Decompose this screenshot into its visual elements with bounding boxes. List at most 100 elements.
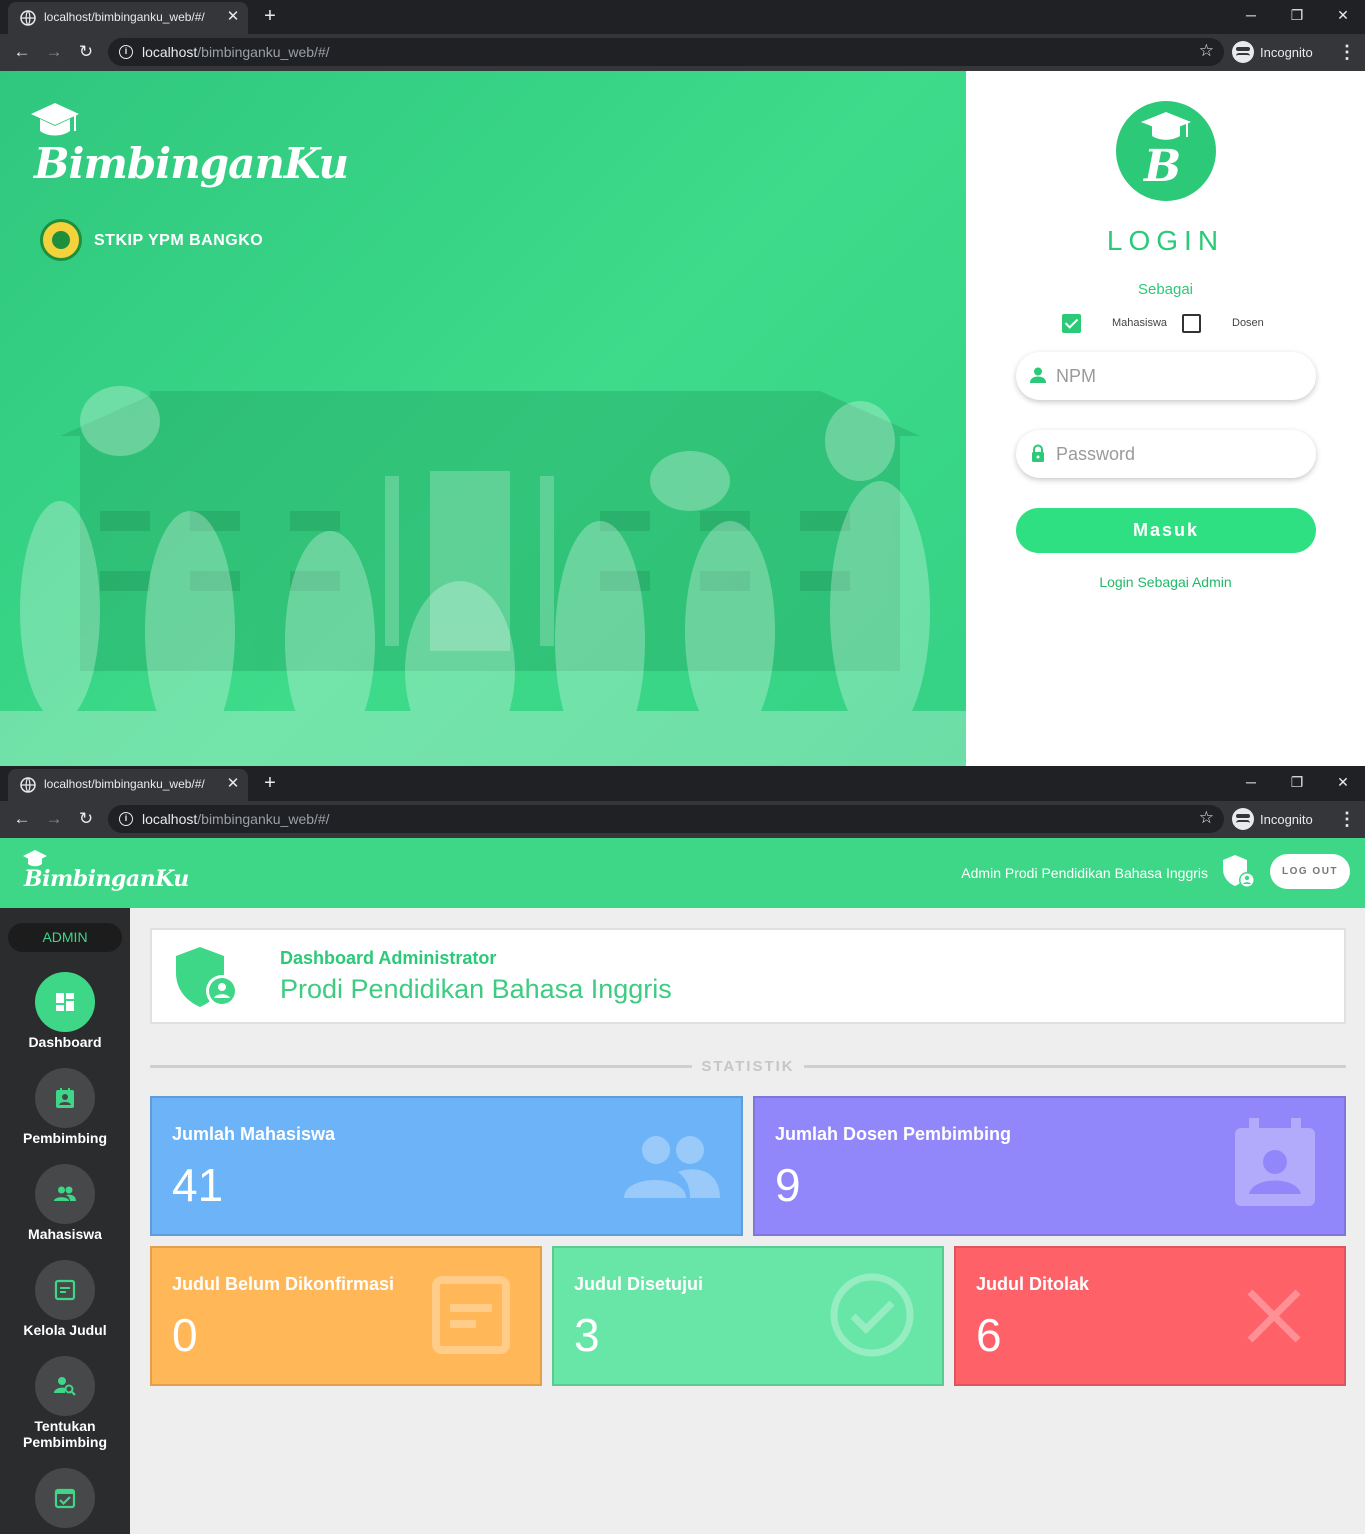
document-icon [54, 1279, 76, 1301]
browser-toolbar: ← → ↻ i localhost/bimbinganku_web/#/ ☆ I… [0, 34, 1365, 71]
back-icon[interactable]: ← [10, 40, 34, 64]
stat-value: 41 [172, 1159, 224, 1211]
incognito-icon [1232, 808, 1254, 830]
brand-name: BimbinganKu [34, 139, 349, 188]
password-input[interactable] [1056, 430, 1306, 478]
address-bar[interactable]: i localhost/bimbinganku_web/#/ ☆ [108, 38, 1224, 66]
login-page: BimbinganKu STKIP YPM BANGKO B LOGIN Seb… [0, 71, 1365, 766]
minimize-icon[interactable]: ─ [1236, 771, 1266, 793]
nav-icon-circle [35, 1068, 95, 1128]
admin-shield-icon [1223, 855, 1255, 888]
brand-name: BimbinganKu [24, 866, 189, 892]
contact-calendar-icon [56, 1088, 74, 1108]
browser-tab[interactable]: localhost/bimbinganku_web/#/ ✕ [8, 769, 248, 801]
school-name: STKIP YPM BANGKO [94, 232, 264, 249]
login-panel: B LOGIN Sebagai Mahasiswa Dosen Masuk Lo… [966, 71, 1365, 766]
restore-icon[interactable]: ❐ [1282, 771, 1312, 793]
stat-label: Judul Ditolak [976, 1274, 1090, 1294]
window-close-icon[interactable]: ✕ [1328, 771, 1358, 793]
people-icon [54, 1186, 76, 1201]
back-icon[interactable]: ← [10, 807, 34, 831]
logo-letter: B [1144, 141, 1182, 192]
stat-card-judul-ditolak: Judul Ditolak 6 [954, 1246, 1346, 1386]
nav-icon-circle [35, 1468, 95, 1528]
bookmark-star-icon[interactable]: ☆ [1199, 41, 1214, 61]
reload-icon[interactable]: ↻ [74, 807, 98, 831]
check-circle-icon [830, 1273, 914, 1357]
url-text: localhost/bimbinganku_web/#/ [142, 44, 330, 60]
dashboard-header-card: Dashboard Administrator Prodi Pendidikan… [150, 928, 1346, 1024]
browser-tab[interactable]: localhost/bimbinganku_web/#/ ✕ [8, 2, 248, 34]
lock-icon [1032, 444, 1044, 462]
nav-icon-circle [35, 1260, 95, 1320]
incognito-indicator[interactable]: Incognito [1232, 807, 1313, 831]
tab-strip: localhost/bimbinganku_web/#/ ✕ + ─ ❐ ✕ [0, 0, 1365, 34]
person-search-icon [54, 1377, 76, 1396]
bookmark-star-icon[interactable]: ☆ [1199, 808, 1214, 828]
admin-shield-icon [176, 947, 238, 1007]
forward-icon[interactable]: → [42, 40, 66, 64]
role-checkbox-dosen[interactable] [1182, 314, 1201, 333]
stat-card-jumlah-dosen: Jumlah Dosen Pembimbing 9 [753, 1096, 1346, 1236]
address-bar[interactable]: i localhost/bimbinganku_web/#/ ☆ [108, 805, 1224, 833]
graduation-cap-icon [31, 103, 79, 136]
minimize-icon[interactable]: ─ [1236, 4, 1266, 26]
password-field [1016, 430, 1316, 478]
url-text: localhost/bimbinganku_web/#/ [142, 811, 330, 827]
admin-login-link[interactable]: Login Sebagai Admin [966, 574, 1365, 590]
dashboard-icon [56, 993, 74, 1011]
contact-calendar-icon [1235, 1118, 1315, 1206]
new-tab-icon[interactable]: + [259, 5, 281, 27]
npm-field [1016, 352, 1316, 400]
user-name: Admin Prodi Pendidikan Bahasa Inggris [961, 865, 1208, 881]
page-title: Prodi Pendidikan Bahasa Inggris [280, 974, 672, 1004]
menu-icon[interactable]: ⋮ [1338, 40, 1356, 64]
role-label-mahasiswa: Mahasiswa [1112, 317, 1168, 329]
stat-card-judul-belum-dikonfirmasi: Judul Belum Dikonfirmasi 0 [150, 1246, 542, 1386]
npm-input[interactable] [1056, 352, 1306, 400]
browser-chrome: localhost/bimbinganku_web/#/ ✕ + ─ ❐ ✕ ←… [0, 767, 1365, 838]
site-info-icon[interactable]: i [119, 45, 133, 59]
user-icon [1030, 367, 1046, 383]
stat-label: Judul Disetujui [574, 1274, 704, 1294]
section-divider: STATISTIK [150, 1055, 1346, 1077]
sidebar-item-label: Dashboard [28, 1034, 102, 1050]
role-prompt: Sebagai [1137, 281, 1194, 298]
site-info-icon[interactable]: i [119, 812, 133, 826]
header-subtitle: Dashboard Administrator [280, 948, 497, 968]
people-icon [624, 1136, 720, 1198]
login-button[interactable]: Masuk [1016, 508, 1316, 553]
stat-label: Judul Belum Dikonfirmasi [172, 1274, 395, 1294]
incognito-label: Incognito [1260, 811, 1313, 827]
browser-chrome: localhost/bimbinganku_web/#/ ✕ + ─ ❐ ✕ ←… [0, 0, 1365, 71]
new-tab-icon[interactable]: + [259, 772, 281, 794]
hero-banner: BimbinganKu STKIP YPM BANGKO [0, 71, 966, 766]
role-selector: Mahasiswa Dosen [1062, 314, 1292, 334]
document-icon [432, 1276, 510, 1354]
incognito-indicator[interactable]: Incognito [1232, 40, 1313, 64]
sidebar-item-label: Kelola Judul [23, 1322, 107, 1338]
dashboard-page: BimbinganKu Admin Prodi Pendidikan Bahas… [0, 838, 1365, 1534]
tab-close-icon[interactable]: ✕ [224, 8, 242, 26]
reload-icon[interactable]: ↻ [74, 40, 98, 64]
main-content: Dashboard Administrator Prodi Pendidikan… [130, 908, 1365, 1534]
stat-value: 0 [172, 1309, 198, 1361]
tab-close-icon[interactable]: ✕ [224, 775, 242, 793]
window-close-icon[interactable]: ✕ [1328, 4, 1358, 26]
role-checkbox-mahasiswa[interactable] [1062, 314, 1081, 333]
tab-title: localhost/bimbinganku_web/#/ [44, 777, 205, 791]
forward-icon[interactable]: → [42, 807, 66, 831]
stat-label: Jumlah Dosen Pembimbing [775, 1124, 1012, 1144]
globe-icon [20, 10, 36, 26]
section-label: STATISTIK [701, 1058, 795, 1075]
tab-title: localhost/bimbinganku_web/#/ [44, 10, 205, 24]
menu-icon[interactable]: ⋮ [1338, 807, 1356, 831]
role-badge: ADMIN [8, 923, 122, 952]
logout-button[interactable]: LOG OUT [1270, 854, 1350, 889]
stat-card-judul-disetujui: Judul Disetujui 3 [552, 1246, 944, 1386]
top-navbar: BimbinganKu Admin Prodi Pendidikan Bahas… [0, 838, 1365, 908]
tab-strip: localhost/bimbinganku_web/#/ ✕ + ─ ❐ ✕ [0, 767, 1365, 801]
stat-label: Jumlah Mahasiswa [172, 1124, 336, 1144]
nav-icon-circle [35, 972, 95, 1032]
restore-icon[interactable]: ❐ [1282, 4, 1312, 26]
